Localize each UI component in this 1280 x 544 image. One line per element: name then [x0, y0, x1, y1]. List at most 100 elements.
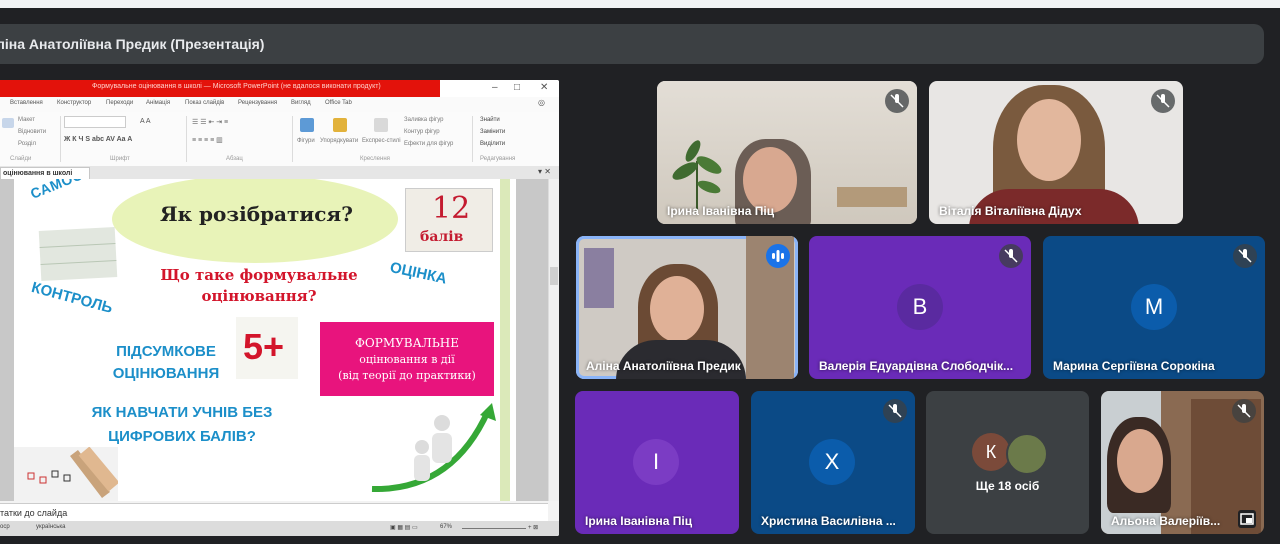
others-avatar: К: [972, 433, 1010, 471]
mic-off-icon: [1233, 244, 1257, 268]
reset-button[interactable]: Відновити: [18, 129, 46, 135]
participant-tile[interactable]: Ірина Іванівна Піц: [657, 81, 917, 224]
ribbon-tabs: Вставлення Конструктор Переходи Анімація…: [0, 97, 559, 113]
ribbon: Макет Відновити Розділ Слайди A A Ж К Ч …: [0, 112, 559, 167]
participant-tile[interactable]: М Марина Сергіївна Сорокіна: [1043, 236, 1265, 379]
avatar: Х: [809, 439, 855, 485]
avatar: В: [897, 284, 943, 330]
outline-button[interactable]: Контур фігур: [404, 129, 440, 135]
window-controls: – □ ✕: [440, 80, 559, 97]
slide-text-pidsumkove: ПІДСУМКОВЕ ОЦІНЮВАННЯ: [112, 343, 220, 382]
formative-box: ФОРМУВАЛЬНЕ оцінювання в дії (від теорії…: [320, 322, 494, 396]
participant-name: Марина Сергіївна Сорокіна: [1053, 359, 1215, 373]
slide-text-samoocinka: САМООЦІН: [28, 179, 110, 202]
growth-arrow-image: [362, 401, 502, 501]
picture-in-picture-icon[interactable]: [1238, 510, 1256, 528]
paper-image: [38, 227, 118, 281]
view-icons[interactable]: ▣ ▦ ▤ ▭: [390, 524, 418, 531]
tab-transitions[interactable]: Переходи: [106, 100, 133, 106]
slide-text-kontrol: КОНТРОЛЬ: [29, 279, 115, 317]
mic-off-icon: [1151, 89, 1175, 113]
minimize-button[interactable]: –: [492, 82, 498, 93]
quick-styles-icon[interactable]: [374, 118, 388, 132]
tab-menu-icon[interactable]: ▾ ✕: [538, 167, 551, 176]
presentation-title-bar: ліна Анатоліївна Предик (Презентація): [0, 24, 1264, 64]
grade-5-text: 5+: [243, 326, 285, 367]
effects-button[interactable]: Ефекти для фігур: [404, 141, 453, 147]
participant-name: Віталія Віталіївна Дідух: [939, 204, 1082, 218]
mic-off-icon: [885, 89, 909, 113]
scrollbar-thumb[interactable]: [550, 267, 558, 285]
slide-area: САМООЦІН Як розібратися? 12 балів Що так…: [0, 179, 548, 501]
slide-text-ocinka: ОЦІНКА: [388, 259, 449, 288]
participant-name: Христина Василівна ...: [761, 514, 896, 528]
find-button[interactable]: Знайти: [480, 117, 500, 123]
select-button[interactable]: Виділити: [480, 141, 505, 147]
arrange-button[interactable]: Упорядкувати: [320, 138, 358, 144]
mic-off-icon: [999, 244, 1023, 268]
font-size-icons[interactable]: A A: [140, 118, 151, 125]
list-icons[interactable]: ☰ ☰ ⇤ ⇥ ≡: [192, 118, 228, 126]
participant-tile[interactable]: І Ірина Іванівна Піц: [575, 391, 739, 534]
vertical-scrollbar[interactable]: [548, 179, 559, 501]
notes-pane[interactable]: татки до слайда: [0, 503, 548, 522]
tab-review[interactable]: Рецензування: [238, 100, 277, 106]
shapes-icon[interactable]: [300, 118, 314, 132]
new-slide-icon[interactable]: [2, 118, 14, 128]
layout-button[interactable]: Макет: [18, 117, 35, 123]
align-icons[interactable]: ≡ ≡ ≡ ≡ ▥: [192, 136, 223, 144]
tab-design[interactable]: Конструктор: [57, 100, 91, 106]
replace-button[interactable]: Замінити: [480, 129, 505, 135]
participant-tile-speaking[interactable]: Аліна Анатоліївна Предик: [576, 236, 798, 379]
tab-office-tab[interactable]: Office Tab: [325, 100, 352, 106]
participant-tile[interactable]: В Валерія Едуардівна Слободчік...: [809, 236, 1031, 379]
font-format-icons[interactable]: Ж К Ч S abc AV Aa A: [64, 136, 132, 143]
tab-animation[interactable]: Анімація: [146, 100, 170, 106]
participant-tile[interactable]: Х Христина Василівна ...: [751, 391, 915, 534]
group-paragraph: Абзац: [226, 156, 243, 162]
notes-placeholder: татки до слайда: [0, 508, 68, 518]
ribbon-separator: [472, 116, 473, 162]
mic-off-icon: [883, 399, 907, 423]
section-button[interactable]: Розділ: [18, 141, 36, 147]
arrange-icon[interactable]: [333, 118, 347, 132]
checklist-icon: [27, 446, 120, 499]
group-drawing: Креслення: [360, 156, 390, 162]
quick-styles-button[interactable]: Експрес-стилі: [362, 138, 401, 144]
tab-view[interactable]: Вигляд: [291, 100, 311, 106]
slide-question: Що таке формувальне оцінювання?: [160, 266, 358, 305]
maximize-button[interactable]: □: [514, 82, 520, 93]
person-face: [1117, 429, 1163, 493]
help-icon[interactable]: ◎: [538, 98, 545, 107]
zoom-slider[interactable]: [462, 528, 526, 529]
status-language: українська: [36, 524, 66, 530]
tab-slideshow[interactable]: Показ слайдів: [185, 100, 224, 106]
image-12-word: балів: [420, 229, 464, 245]
box-line-1: ФОРМУВАЛЬНЕ: [354, 336, 460, 350]
speaking-indicator-icon: [766, 244, 790, 268]
participant-name: Ірина Іванівна Піц: [667, 204, 775, 218]
presentation-title: ліна Анатоліївна Предик (Презентація): [0, 36, 265, 52]
participant-tile[interactable]: Альона Валеріїв...: [1101, 391, 1264, 534]
status-bar: оср українська ▣ ▦ ▤ ▭ 67% + ⊠: [0, 521, 559, 536]
font-name-box[interactable]: [64, 116, 126, 128]
slide-text-yak-navchaty: ЯК НАВЧАТИ УЧНІВ БЕЗ ЦИФРОВИХ БАЛІВ?: [91, 404, 273, 445]
others-tile[interactable]: К Ще 18 осіб: [926, 391, 1089, 534]
plant-image: [667, 131, 727, 211]
participant-tile[interactable]: Віталія Віталіївна Дідух: [929, 81, 1183, 224]
tab-insert[interactable]: Вставлення: [10, 100, 43, 106]
browser-top-strip: [0, 0, 1280, 8]
participant-name: Ірина Іванівна Піц: [585, 514, 693, 528]
ribbon-separator: [186, 116, 187, 162]
avatar: М: [1131, 284, 1177, 330]
zoom-buttons[interactable]: + ⊠: [528, 524, 538, 531]
participant-name: Аліна Анатоліївна Предик: [586, 359, 741, 373]
document-tabs: оцінювання в школі ▾ ✕: [0, 166, 559, 180]
person-face: [1017, 99, 1081, 181]
fill-button[interactable]: Заливка фігур: [404, 117, 444, 123]
shapes-button[interactable]: Фігури: [297, 138, 315, 144]
powerpoint-window-title: Формувальне оцінювання в школі — Microso…: [92, 83, 381, 90]
wall-decor: [584, 248, 614, 308]
close-button[interactable]: ✕: [540, 82, 548, 93]
group-font: Шрифт: [110, 156, 130, 162]
